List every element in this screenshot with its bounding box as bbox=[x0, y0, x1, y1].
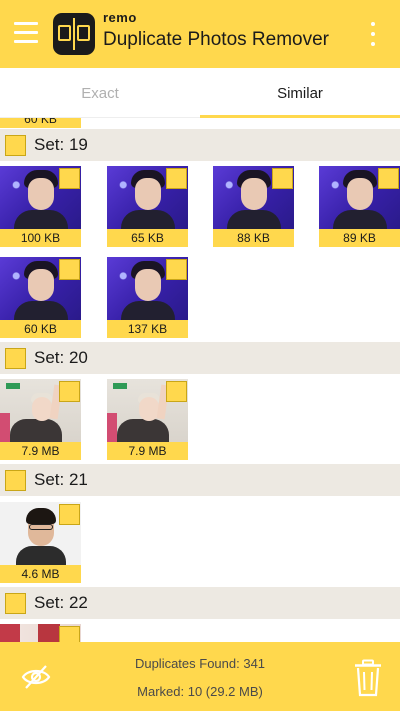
app-bar: remo Duplicate Photos Remover bbox=[0, 0, 400, 68]
duplicate-stats: Duplicates Found: 341 Marked: 10 (29.2 M… bbox=[100, 642, 300, 711]
photo-size-label: 137 KB bbox=[107, 320, 188, 338]
photo-checkbox[interactable] bbox=[59, 259, 80, 280]
photo-size-label: 65 KB bbox=[107, 229, 188, 247]
tab-exact[interactable]: Exact bbox=[0, 68, 200, 118]
photo-thumbnail[interactable]: 60 KB bbox=[0, 118, 81, 128]
photo-size-label: 60 KB bbox=[0, 118, 81, 128]
set-header: Set: 21 bbox=[0, 464, 400, 496]
set-checkbox[interactable] bbox=[5, 470, 26, 491]
photo-size-label: 7.9 MB bbox=[107, 442, 188, 460]
set-label: Set: 19 bbox=[34, 135, 88, 154]
photo-thumbnail[interactable]: 88 KB bbox=[213, 166, 294, 247]
photo-thumbnail[interactable]: 65 KB bbox=[107, 166, 188, 247]
photo-thumbnail[interactable]: 7.9 MB bbox=[0, 379, 81, 460]
photo-thumbnail[interactable]: 100 KB bbox=[0, 166, 81, 247]
set-label: Set: 22 bbox=[34, 593, 88, 612]
photo-thumbnail[interactable]: 7.9 MB bbox=[107, 379, 188, 460]
photo-size-label: 4.6 MB bbox=[0, 565, 81, 583]
photo-checkbox[interactable] bbox=[59, 504, 80, 525]
photo-thumbnail[interactable]: 137 KB bbox=[107, 257, 188, 338]
photo-checkbox[interactable] bbox=[166, 259, 187, 280]
hamburger-menu-icon[interactable] bbox=[14, 21, 38, 45]
photo-thumbnail[interactable]: 60 KB bbox=[0, 257, 81, 338]
set-label: Set: 20 bbox=[34, 348, 88, 367]
app-logo bbox=[53, 13, 95, 55]
eye-off-icon[interactable] bbox=[21, 663, 51, 691]
duplicate-sets-list[interactable]: 60 KB Set: 19 100 KB 65 KB 88 KB 89 KB 6… bbox=[0, 118, 400, 642]
photo-size-label: 100 KB bbox=[0, 229, 81, 247]
set-label: Set: 21 bbox=[34, 470, 88, 489]
photo-checkbox[interactable] bbox=[59, 168, 80, 189]
set-checkbox[interactable] bbox=[5, 593, 26, 614]
photo-checkbox[interactable] bbox=[272, 168, 293, 189]
tab-bar: Exact Similar bbox=[0, 68, 400, 118]
set-header: Set: 22 bbox=[0, 587, 400, 619]
set-header: Set: 19 bbox=[0, 129, 400, 161]
photo-thumbnail[interactable]: 89 KB bbox=[319, 166, 400, 247]
photo-size-label: 60 KB bbox=[0, 320, 81, 338]
set-checkbox[interactable] bbox=[5, 348, 26, 369]
photo-checkbox[interactable] bbox=[166, 381, 187, 402]
photo-checkbox[interactable] bbox=[166, 168, 187, 189]
duplicates-found-text: Duplicates Found: 341 bbox=[134, 656, 266, 671]
brand-name: remo bbox=[103, 10, 137, 25]
photo-checkbox[interactable] bbox=[59, 381, 80, 402]
photo-checkbox[interactable] bbox=[378, 168, 399, 189]
marked-text: Marked: 10 (29.2 MB) bbox=[137, 684, 263, 699]
set-header: Set: 20 bbox=[0, 342, 400, 374]
tab-similar[interactable]: Similar bbox=[200, 68, 400, 118]
set-checkbox[interactable] bbox=[5, 135, 26, 156]
kebab-menu-icon[interactable] bbox=[368, 20, 378, 48]
photo-size-label: 7.9 MB bbox=[0, 442, 81, 460]
trash-icon[interactable] bbox=[354, 659, 382, 697]
photo-size-label: 88 KB bbox=[213, 229, 294, 247]
photo-checkbox[interactable] bbox=[59, 626, 80, 642]
photo-thumbnail[interactable] bbox=[0, 624, 81, 642]
photo-size-label: 89 KB bbox=[319, 229, 400, 247]
app-title: Duplicate Photos Remover bbox=[103, 29, 329, 50]
photo-thumbnail[interactable]: 4.6 MB bbox=[0, 502, 81, 583]
